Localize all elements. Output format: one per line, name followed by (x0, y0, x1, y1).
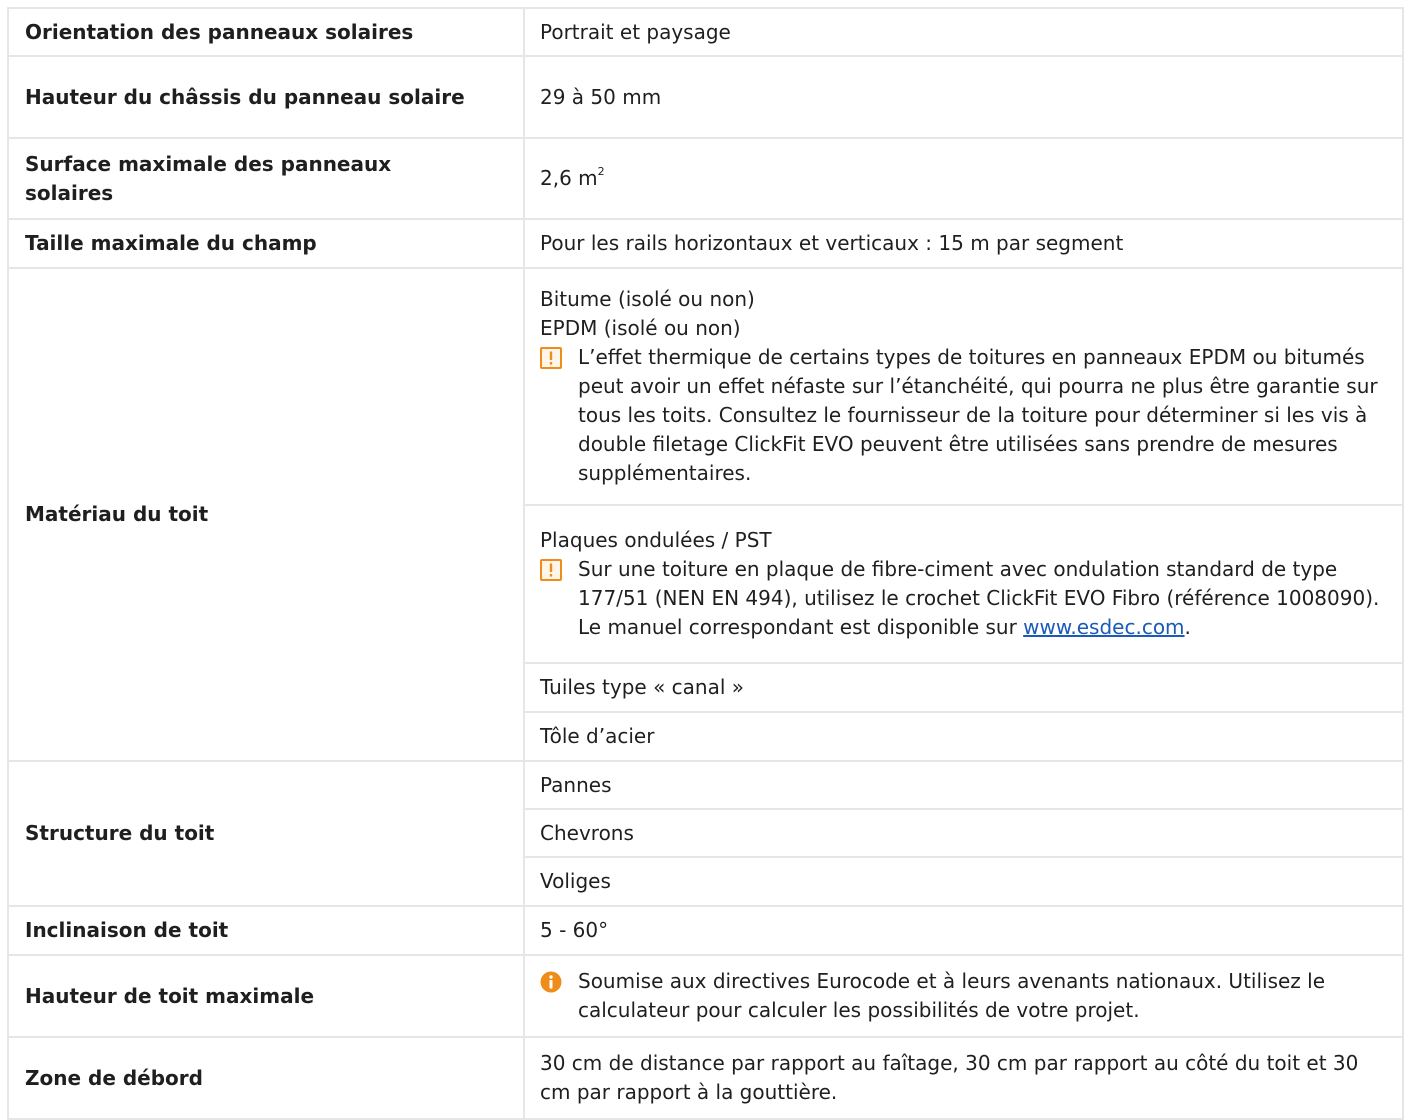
material-bitumen: Bitume (isolé ou non) (540, 287, 755, 311)
table-row-roof-material: Matériau du toit Bitume (isolé ou non) E… (7, 267, 1404, 762)
row-value: Soumise aux directives Eurocode et à leu… (523, 954, 1404, 1038)
row-label: Inclinaison de toit (7, 905, 525, 956)
material-corrugated: Plaques ondulées / PST (540, 528, 772, 552)
corrugated-warning-end: . (1184, 615, 1191, 639)
row-value: 2,6 m2 (523, 137, 1404, 220)
esdec-link[interactable]: www.esdec.com (1023, 615, 1184, 639)
table-row-pitch: Inclinaison de toit 5 - 60° (7, 905, 1404, 956)
row-value: Bitume (isolé ou non) EPDM (isolé ou non… (523, 267, 1404, 506)
table-row-max-height: Hauteur de toit maximale Soumise aux dir… (7, 954, 1404, 1038)
row-label: Hauteur du châssis du panneau solaire (7, 55, 525, 139)
row-label: Structure du toit (7, 760, 525, 907)
specifications-table: Orientation des panneaux solaires Portra… (7, 7, 1404, 1120)
table-row-max-surface: Surface maximale des panneaux solaires 2… (7, 137, 1404, 220)
row-label: Matériau du toit (7, 267, 525, 762)
epdm-warning-note: L’effet thermique de certains types de t… (540, 343, 1384, 488)
max-height-info-note: Soumise aux directives Eurocode et à leu… (540, 967, 1384, 1025)
material-epdm: EPDM (isolé ou non) (540, 316, 741, 340)
row-value: Tôle d’acier (523, 711, 1404, 762)
row-value: Pour les rails horizontaux et verticaux … (523, 218, 1404, 269)
row-value: Portrait et paysage (523, 7, 1404, 57)
row-value: Tuiles type « canal » (523, 662, 1404, 713)
row-value: Pannes (523, 760, 1404, 810)
warning-icon (540, 559, 562, 581)
table-row-edge-zone: Zone de débord 30 cm de distance par rap… (7, 1036, 1404, 1120)
table-row-field-size: Taille maximale du champ Pour les rails … (7, 218, 1404, 269)
row-value: 29 à 50 mm (523, 55, 1404, 139)
row-label: Hauteur de toit maximale (7, 954, 525, 1038)
surface-exponent: 2 (597, 165, 605, 178)
table-row-frame-height: Hauteur du châssis du panneau solaire 29… (7, 55, 1404, 139)
row-label: Zone de débord (7, 1036, 525, 1120)
row-value: Voliges (523, 856, 1404, 907)
table-row-purlins: Structure du toit Pannes (7, 760, 1404, 907)
epdm-warning-text: L’effet thermique de certains types de t… (578, 345, 1378, 485)
row-value: 5 - 60° (523, 905, 1404, 956)
surface-value: 2,6 m (540, 166, 598, 190)
row-value: Chevrons (523, 808, 1404, 858)
row-value: Plaques ondulées / PST Sur une toiture e… (523, 504, 1404, 664)
info-icon (540, 971, 562, 993)
row-label: Orientation des panneaux solaires (7, 7, 525, 57)
corrugated-warning-body: Sur une toiture en plaque de fibre-cimen… (578, 557, 1380, 639)
table-row-orientation: Orientation des panneaux solaires Portra… (7, 7, 1404, 57)
max-height-info-text: Soumise aux directives Eurocode et à leu… (578, 969, 1326, 1022)
row-label: Surface maximale des panneaux solaires (7, 137, 525, 220)
row-label: Taille maximale du champ (7, 218, 525, 269)
row-value: 30 cm de distance par rapport au faîtage… (523, 1036, 1404, 1120)
corrugated-warning-text: Sur une toiture en plaque de fibre-cimen… (578, 555, 1384, 642)
corrugated-warning-note: Sur une toiture en plaque de fibre-cimen… (540, 555, 1384, 642)
warning-icon (540, 347, 562, 369)
